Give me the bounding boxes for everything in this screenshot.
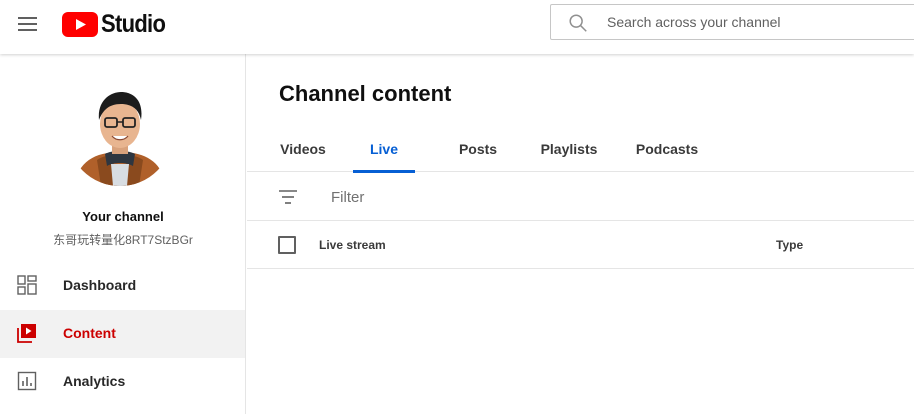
channel-avatar[interactable] bbox=[67, 80, 173, 186]
content-icon bbox=[17, 324, 36, 343]
tab-podcasts[interactable]: Podcasts bbox=[627, 126, 707, 172]
youtube-logo-icon bbox=[62, 12, 98, 37]
tab-playlists[interactable]: Playlists bbox=[533, 126, 605, 172]
filter-icon[interactable] bbox=[277, 187, 299, 207]
search-icon bbox=[569, 14, 587, 32]
tab-live[interactable]: Live bbox=[353, 126, 415, 173]
content-tabs: Videos Live Posts Playlists Podcasts bbox=[247, 126, 914, 173]
search-box[interactable] bbox=[550, 4, 914, 40]
search-input[interactable] bbox=[607, 5, 907, 39]
tab-label: Videos bbox=[280, 141, 326, 157]
select-all-checkbox[interactable] bbox=[278, 236, 296, 254]
youtube-studio-logo[interactable]: Studio bbox=[62, 10, 174, 39]
main-content: Channel content Videos Live Posts Playli… bbox=[247, 54, 914, 414]
tab-label: Live bbox=[369, 141, 398, 157]
tab-posts[interactable]: Posts bbox=[445, 126, 511, 172]
sidebar-item-label: Analytics bbox=[63, 373, 126, 389]
channel-handle: 东哥玩转量化8RT7StzBGr bbox=[53, 233, 193, 247]
tab-videos[interactable]: Videos bbox=[271, 126, 335, 172]
filter-bar bbox=[247, 173, 914, 221]
column-header-type[interactable]: Type bbox=[776, 238, 803, 252]
table-header-row: Live stream Type bbox=[247, 221, 914, 269]
analytics-icon bbox=[17, 371, 37, 391]
sidebar: Your channel 东哥玩转量化8RT7StzBGr Dashboard … bbox=[0, 54, 246, 414]
page-title: Channel content bbox=[279, 81, 452, 106]
tab-label: Podcasts bbox=[635, 141, 699, 157]
top-app-bar: Studio bbox=[0, 0, 914, 54]
tab-label: Playlists bbox=[540, 141, 598, 157]
sidebar-item-analytics[interactable]: Analytics bbox=[0, 358, 245, 406]
tab-label: Posts bbox=[458, 141, 498, 157]
dashboard-icon bbox=[17, 275, 37, 295]
column-header-live-stream[interactable]: Live stream bbox=[319, 238, 386, 252]
sidebar-item-content[interactable]: Content bbox=[0, 310, 245, 358]
hamburger-menu-icon[interactable] bbox=[16, 12, 40, 36]
sidebar-item-label: Dashboard bbox=[63, 277, 137, 293]
sidebar-item-label: Content bbox=[63, 325, 116, 341]
filter-input[interactable] bbox=[331, 185, 731, 209]
channel-title: Your channel bbox=[82, 209, 164, 224]
sidebar-item-dashboard[interactable]: Dashboard bbox=[0, 262, 245, 310]
logo-text: Studio bbox=[101, 10, 166, 38]
avatar-image bbox=[67, 80, 173, 186]
